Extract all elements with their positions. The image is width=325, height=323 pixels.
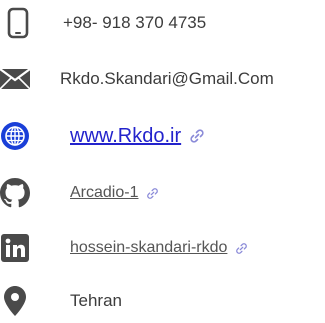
phone-number: +98- 918 370 4735 [63, 13, 207, 32]
link-icon [146, 187, 159, 200]
github-link[interactable]: Arcadio-1 [70, 184, 138, 202]
linkedin-icon [0, 233, 30, 263]
github-icon [0, 178, 30, 208]
contact-row-linkedin: hossein-skandari-rkdo [0, 233, 248, 263]
contact-row-location: Tehran [0, 286, 122, 316]
contact-list: +98- 918 370 4735 Rkdo.Skandari@Gmail.Co… [0, 0, 325, 323]
envelope-icon [0, 64, 30, 94]
link-icon [189, 128, 205, 144]
contact-row-email: Rkdo.Skandari@Gmail.Com [0, 64, 274, 94]
smartphone-icon [3, 7, 33, 39]
contact-row-phone: +98- 918 370 4735 [0, 7, 207, 39]
contact-row-github: Arcadio-1 [0, 178, 159, 208]
map-pin-icon [0, 286, 30, 316]
website-link[interactable]: www.Rkdo.ir [70, 125, 181, 148]
globe-icon [0, 121, 30, 151]
contact-row-website: www.Rkdo.ir [0, 121, 205, 151]
location-text: Tehran [70, 291, 122, 310]
linkedin-link[interactable]: hossein-skandari-rkdo [70, 239, 227, 257]
email-link[interactable]: Rkdo.Skandari@Gmail.Com [60, 69, 274, 89]
link-icon [235, 242, 248, 255]
